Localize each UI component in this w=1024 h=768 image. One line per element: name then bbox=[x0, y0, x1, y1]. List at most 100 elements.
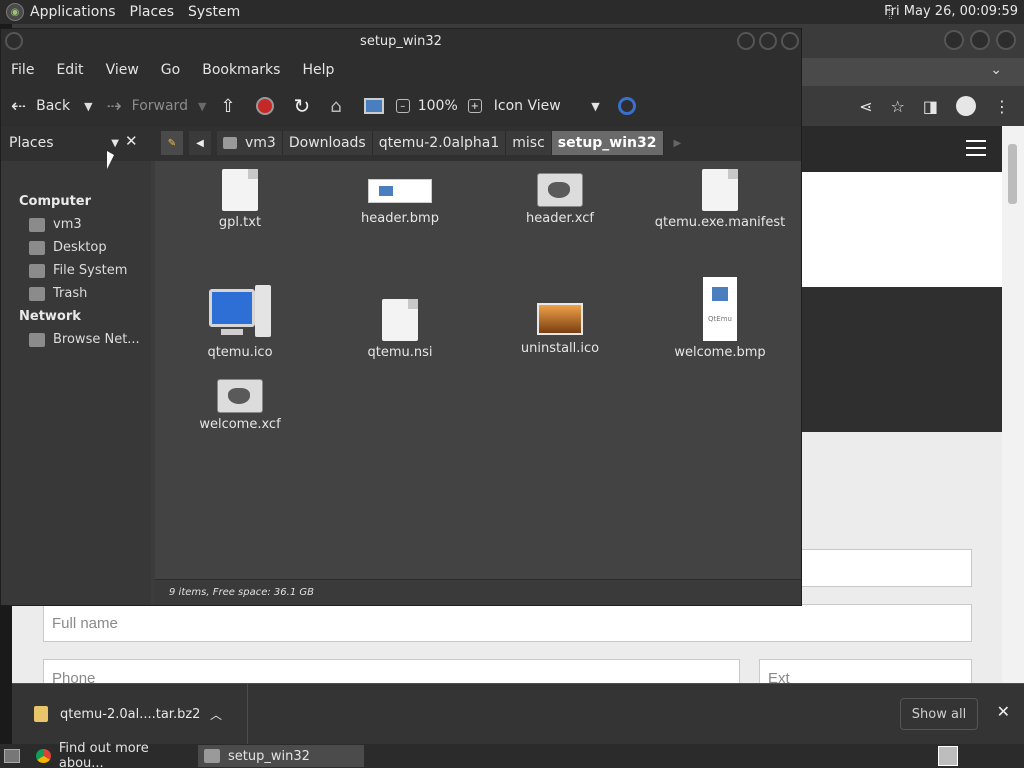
sunset-image-icon bbox=[537, 303, 583, 335]
file-item-welcome-xcf[interactable]: welcome.xcf bbox=[165, 375, 315, 432]
page-scrollbar[interactable] bbox=[1002, 126, 1024, 683]
welcome-bmp-thumbnail-text: QtEmu bbox=[708, 315, 732, 323]
back-label: Back bbox=[36, 98, 71, 114]
computer-icon[interactable] bbox=[363, 98, 384, 114]
file-item-qtemu-exe-manifest[interactable]: qtemu.exe.manifest bbox=[645, 169, 795, 230]
view-mode-select[interactable]: Icon View ▼ bbox=[494, 98, 600, 114]
panel-clock[interactable]: Fri May 26, 00:09:59 bbox=[884, 4, 1018, 19]
ext-input[interactable]: Ext bbox=[759, 659, 972, 683]
browser-minimize-button[interactable] bbox=[944, 30, 964, 50]
home-icon[interactable]: ⌂ bbox=[330, 96, 341, 117]
gimp-file-icon bbox=[217, 379, 263, 413]
file-name: welcome.bmp bbox=[674, 345, 766, 360]
text-file-icon bbox=[222, 169, 258, 211]
file-item-header-bmp[interactable]: header.bmp bbox=[325, 169, 475, 226]
stop-icon[interactable] bbox=[255, 97, 274, 115]
file-item-welcome-bmp[interactable]: QtEmu welcome.bmp bbox=[645, 277, 795, 360]
bookmark-star-icon[interactable]: ☆ bbox=[891, 97, 905, 116]
sidebar-item-file-system[interactable]: File System bbox=[29, 263, 127, 278]
menu-system[interactable]: System bbox=[188, 4, 240, 20]
breadcrumb-right-arrow-icon[interactable]: ▶ bbox=[674, 138, 682, 149]
fm-window-title: setup_win32 bbox=[360, 34, 442, 49]
chevron-up-icon[interactable]: ︿ bbox=[210, 706, 222, 723]
breadcrumb: ✎ ◀ vm3 Downloads qtemu-2.0alpha1 misc s… bbox=[161, 131, 681, 155]
system-logo-icon[interactable]: ◉ bbox=[6, 3, 24, 21]
places-dropdown-icon: ▼ bbox=[111, 137, 119, 149]
menu-places[interactable]: Places bbox=[130, 4, 175, 20]
zoom-out-icon[interactable]: – bbox=[395, 99, 410, 113]
reload-icon[interactable]: ↻ bbox=[294, 94, 311, 118]
menu-applications[interactable]: Applications bbox=[30, 4, 116, 20]
breadcrumb-vm3-label: vm3 bbox=[245, 135, 276, 151]
file-item-uninstall-ico[interactable]: uninstall.ico bbox=[485, 295, 635, 356]
forward-button[interactable]: ⇢ Forward bbox=[107, 96, 188, 117]
drive-icon bbox=[29, 263, 45, 278]
task-browser[interactable]: Find out more abou... bbox=[30, 741, 194, 768]
menu-edit[interactable]: Edit bbox=[56, 62, 83, 78]
breadcrumb-downloads[interactable]: Downloads bbox=[282, 131, 373, 155]
menu-bookmarks[interactable]: Bookmarks bbox=[202, 62, 280, 78]
search-icon[interactable] bbox=[617, 97, 636, 115]
workspace-switcher-icon[interactable] bbox=[938, 746, 958, 766]
full-name-input[interactable]: Full name bbox=[43, 604, 972, 642]
sidebar-item-desktop[interactable]: Desktop bbox=[29, 240, 107, 255]
tab-list-chevron-icon[interactable]: ⌄ bbox=[990, 62, 1002, 78]
edit-location-icon[interactable]: ✎ bbox=[161, 131, 183, 155]
file-item-qtemu-nsi[interactable]: qtemu.nsi bbox=[325, 299, 475, 360]
share-icon[interactable]: ⋖ bbox=[859, 97, 872, 116]
sidebar-item-browse-network[interactable]: Browse Net... bbox=[29, 332, 140, 347]
forward-label: Forward bbox=[131, 98, 188, 114]
menu-help[interactable]: Help bbox=[302, 62, 334, 78]
fm-minimize-button[interactable] bbox=[737, 32, 755, 50]
sidebar-item-label: File System bbox=[53, 263, 128, 278]
archive-file-icon bbox=[34, 706, 48, 722]
forward-history-dropdown-icon[interactable]: ▼ bbox=[198, 100, 206, 113]
file-item-qtemu-ico[interactable]: qtemu.ico bbox=[165, 285, 315, 360]
view-mode-label: Icon View bbox=[493, 98, 561, 114]
task-file-manager[interactable]: setup_win32 bbox=[198, 745, 364, 767]
hamburger-menu-icon[interactable] bbox=[966, 140, 986, 156]
up-arrow-icon[interactable]: ⇧ bbox=[220, 96, 235, 117]
back-history-dropdown-icon[interactable]: ▼ bbox=[84, 100, 92, 113]
browser-menu-icon[interactable]: ⋮ bbox=[994, 97, 1010, 116]
chrome-icon bbox=[36, 749, 51, 763]
fm-close-button[interactable] bbox=[781, 32, 799, 50]
phone-input[interactable]: Phone bbox=[43, 659, 740, 683]
fm-titlebar[interactable]: setup_win32 bbox=[1, 29, 801, 55]
zoom-in-icon[interactable]: + bbox=[467, 99, 482, 113]
menu-view[interactable]: View bbox=[106, 62, 139, 78]
back-button[interactable]: ⇠ Back bbox=[11, 96, 70, 117]
file-item-gpl-txt[interactable]: gpl.txt bbox=[165, 169, 315, 230]
breadcrumb-setup-win32[interactable]: setup_win32 bbox=[551, 131, 664, 155]
show-desktop-icon[interactable] bbox=[4, 749, 20, 763]
show-all-button[interactable]: Show all bbox=[900, 698, 978, 730]
profile-avatar-icon[interactable] bbox=[956, 96, 976, 116]
browser-close-button[interactable] bbox=[996, 30, 1016, 50]
home-folder-icon bbox=[223, 137, 237, 149]
download-item[interactable]: qtemu-2.0al....tar.bz2 ︿ bbox=[12, 684, 248, 744]
bottom-taskbar: Find out more abou... setup_win32 bbox=[0, 741, 1024, 768]
fm-maximize-button[interactable] bbox=[759, 32, 777, 50]
browser-maximize-button[interactable] bbox=[970, 30, 990, 50]
home-folder-icon bbox=[29, 217, 45, 232]
file-manager-window: setup_win32 File Edit View Go Bookmarks … bbox=[0, 28, 802, 606]
close-icon[interactable]: ✕ bbox=[997, 702, 1010, 721]
file-item-header-xcf[interactable]: header.xcf bbox=[485, 169, 635, 226]
forward-arrow-icon: ⇢ bbox=[106, 95, 122, 117]
menu-go[interactable]: Go bbox=[161, 62, 180, 78]
breadcrumb-left-arrow-icon[interactable]: ◀ bbox=[189, 131, 211, 155]
form-field-top[interactable] bbox=[800, 549, 972, 587]
side-panel-icon[interactable]: ◨ bbox=[923, 97, 938, 116]
sidebar-item-trash[interactable]: Trash bbox=[29, 286, 87, 301]
breadcrumb-qtemu[interactable]: qtemu-2.0alpha1 bbox=[372, 131, 507, 155]
close-sidebar-icon[interactable]: ✕ bbox=[125, 132, 138, 150]
file-name: uninstall.ico bbox=[520, 341, 600, 356]
breadcrumb-vm3[interactable]: vm3 bbox=[217, 131, 283, 155]
sidebar-item-vm3[interactable]: vm3 bbox=[29, 217, 82, 232]
places-selector[interactable]: Places ▼ bbox=[5, 132, 119, 154]
breadcrumb-misc[interactable]: misc bbox=[506, 131, 552, 155]
menu-file[interactable]: File bbox=[11, 62, 34, 78]
task-label: Find out more abou... bbox=[58, 741, 149, 768]
scrollbar-thumb[interactable] bbox=[1008, 144, 1017, 204]
fm-statusbar: 9 items, Free space: 36.1 GB bbox=[155, 579, 801, 605]
